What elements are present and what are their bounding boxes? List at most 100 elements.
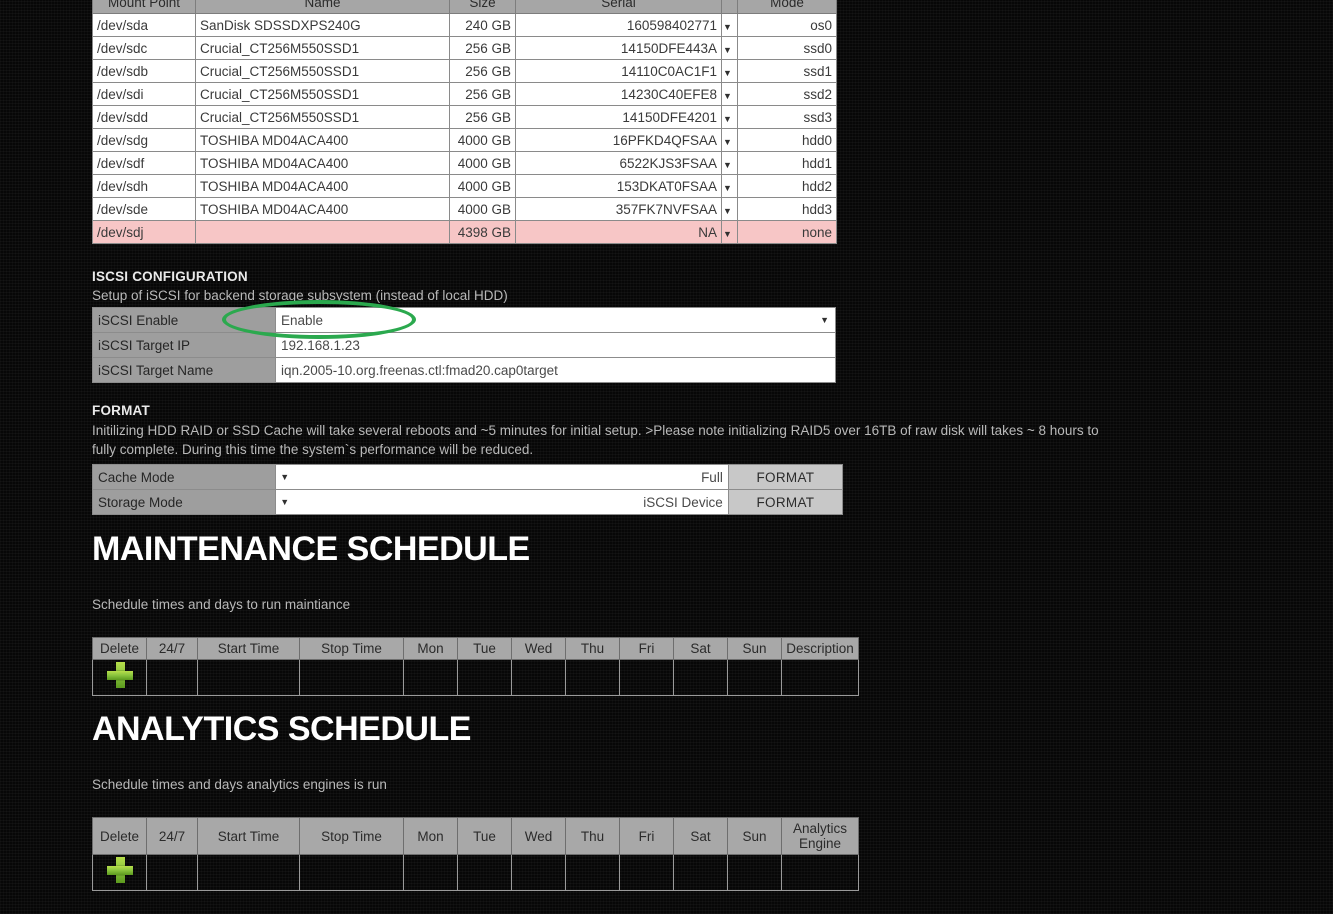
disk-table-container: Mount Point Name Size Serial Mode /dev/s… xyxy=(92,0,837,244)
iscsi-section-subtitle: Setup of iSCSI for backend storage subsy… xyxy=(92,288,508,303)
chevron-down-icon[interactable]: ▼ xyxy=(723,183,732,193)
disk-mode-dropdown-toggle[interactable]: ▼ xyxy=(721,36,738,60)
analytics-empty-cell xyxy=(511,854,566,891)
chevron-down-icon[interactable]: ▼ xyxy=(820,315,829,325)
disk-mount-point-cell: /dev/sdi xyxy=(92,82,196,106)
disk-mode-cell[interactable]: hdd1 xyxy=(737,151,837,175)
chevron-down-icon[interactable]: ▼ xyxy=(723,206,732,216)
chevron-down-icon[interactable]: ▼ xyxy=(723,22,732,32)
iscsi-enable-value: Enable xyxy=(281,312,324,328)
maintenance-column-header-fri: Fri xyxy=(619,637,674,660)
disk-name-cell: Crucial_CT256M550SSD1 xyxy=(195,82,450,106)
maintenance-add-row xyxy=(92,659,859,696)
iscsi-target-name-row: iSCSI Target Name iqn.2005-10.org.freena… xyxy=(92,357,836,383)
disk-name-cell: TOSHIBA MD04ACA400 xyxy=(195,174,450,198)
disk-mode-dropdown-toggle[interactable]: ▼ xyxy=(721,13,738,37)
disk-mode-cell[interactable]: none xyxy=(737,220,837,244)
storage-mode-select[interactable]: ▼ iSCSI Device xyxy=(275,489,729,515)
chevron-down-icon[interactable]: ▼ xyxy=(280,497,289,507)
storage-format-button[interactable]: FORMAT xyxy=(727,489,844,515)
maintenance-description: Schedule times and days to run maintianc… xyxy=(92,597,351,612)
analytics-empty-cell xyxy=(673,854,728,891)
analytics-column-header-sun: Sun xyxy=(727,817,782,855)
analytics-empty-cell xyxy=(403,854,458,891)
cache-format-button[interactable]: FORMAT xyxy=(727,464,844,490)
maintenance-section: MAINTENANCE SCHEDULE Schedule times and … xyxy=(92,532,859,696)
disk-mode-cell[interactable]: ssd0 xyxy=(737,36,837,60)
disk-mode-cell[interactable]: ssd1 xyxy=(737,59,837,83)
iscsi-target-ip-input[interactable]: 192.168.1.23 xyxy=(275,332,836,358)
disk-table-row: /dev/sda SanDisk SDSSDXPS240G 240 GB 160598… xyxy=(92,13,837,37)
chevron-down-icon[interactable]: ▼ xyxy=(723,45,732,55)
maintenance-empty-cell xyxy=(146,659,198,696)
analytics-empty-cell xyxy=(781,854,859,891)
disk-mode-cell[interactable]: hdd3 xyxy=(737,197,837,221)
disk-serial-cell: 14230C40EFE8 xyxy=(515,82,722,106)
analytics-empty-cell xyxy=(299,854,404,891)
chevron-down-icon[interactable]: ▼ xyxy=(723,160,732,170)
disk-mode-cell[interactable]: hdd2 xyxy=(737,174,837,198)
disk-mode-dropdown-toggle[interactable]: ▼ xyxy=(721,59,738,83)
iscsi-enable-label: iSCSI Enable xyxy=(92,307,276,333)
cache-mode-select[interactable]: ▼ Full xyxy=(275,464,729,490)
disk-size-cell: 256 GB xyxy=(449,36,516,60)
analytics-column-header-24-7: 24/7 xyxy=(146,817,198,855)
column-header-mount-point: Mount Point xyxy=(92,0,196,14)
maintenance-add-row-button[interactable] xyxy=(92,659,147,696)
disk-table-row: /dev/sdf TOSHIBA MD04ACA400 4000 GB 6522KJS… xyxy=(92,151,837,175)
iscsi-enable-select[interactable]: Enable ▼ xyxy=(275,307,836,333)
column-header-mode: Mode xyxy=(737,0,837,14)
analytics-column-header-wed: Wed xyxy=(511,817,566,855)
disk-size-cell: 4000 GB xyxy=(449,197,516,221)
analytics-add-row-button[interactable] xyxy=(92,854,147,891)
disk-mode-cell[interactable]: ssd3 xyxy=(737,105,837,129)
storage-mode-value: iSCSI Device xyxy=(643,494,723,510)
disk-mode-dropdown-toggle[interactable]: ▼ xyxy=(721,151,738,175)
chevron-down-icon[interactable]: ▼ xyxy=(723,229,732,239)
disk-serial-cell: NA xyxy=(515,220,722,244)
chevron-down-icon[interactable]: ▼ xyxy=(723,68,732,78)
disk-mount-point-cell: /dev/sde xyxy=(92,197,196,221)
maintenance-column-header-description: Description xyxy=(781,637,859,660)
disk-mode-dropdown-toggle[interactable]: ▼ xyxy=(721,174,738,198)
disk-mode-cell[interactable]: hdd0 xyxy=(737,128,837,152)
disk-mount-point-cell: /dev/sdh xyxy=(92,174,196,198)
disk-mode-dropdown-toggle[interactable]: ▼ xyxy=(721,197,738,221)
iscsi-target-name-input[interactable]: iqn.2005-10.org.freenas.ctl:fmad20.cap0t… xyxy=(275,357,836,383)
format-section-description: Initilizing HDD RAID or SSD Cache will t… xyxy=(92,423,1099,457)
plus-icon[interactable] xyxy=(106,662,133,688)
maintenance-column-header-wed: Wed xyxy=(511,637,566,660)
cache-mode-value: Full xyxy=(701,469,723,485)
storage-mode-row: Storage Mode ▼ iSCSI Device FORMAT xyxy=(91,489,844,515)
disk-mode-cell[interactable]: os0 xyxy=(737,13,837,37)
analytics-header-row: Delete 24/7 Start Time Stop Time Mon Tue Wed Th… xyxy=(92,817,859,855)
chevron-down-icon[interactable]: ▼ xyxy=(280,472,289,482)
disk-mode-dropdown-toggle[interactable]: ▼ xyxy=(721,105,738,129)
maintenance-column-header-sat: Sat xyxy=(673,637,728,660)
disk-table-row: /dev/sdd Crucial_CT256M550SSD1 256 GB 14150… xyxy=(92,105,837,129)
maintenance-schedule-table: Delete 24/7 Start Time Stop Time Mon Tue Wed Th… xyxy=(92,637,859,696)
disk-name-cell: TOSHIBA MD04ACA400 xyxy=(195,151,450,175)
disk-mode-dropdown-toggle[interactable]: ▼ xyxy=(721,220,738,244)
disk-mode-cell[interactable]: ssd2 xyxy=(737,82,837,106)
disk-table-row: /dev/sdi Crucial_CT256M550SSD1 256 GB 14230… xyxy=(92,82,837,106)
disk-mode-dropdown-toggle[interactable]: ▼ xyxy=(721,128,738,152)
analytics-column-header-tue: Tue xyxy=(457,817,512,855)
format-section-title: FORMAT xyxy=(92,403,150,418)
plus-icon[interactable] xyxy=(106,857,133,883)
disk-size-cell: 256 GB xyxy=(449,82,516,106)
storage-settings-page: Mount Point Name Size Serial Mode /dev/s… xyxy=(0,0,1333,914)
maintenance-heading: MAINTENANCE SCHEDULE xyxy=(92,530,530,568)
disk-mode-dropdown-toggle[interactable]: ▼ xyxy=(721,82,738,106)
disk-size-cell: 4398 GB xyxy=(449,220,516,244)
maintenance-header-row: Delete 24/7 Start Time Stop Time Mon Tue Wed Th… xyxy=(92,637,859,660)
analytics-empty-cell xyxy=(197,854,300,891)
disk-serial-cell: 160598402771 xyxy=(515,13,722,37)
disk-name-cell: SanDisk SDSSDXPS240G xyxy=(195,13,450,37)
chevron-down-icon[interactable]: ▼ xyxy=(723,137,732,147)
analytics-column-header-mon: Mon xyxy=(403,817,458,855)
analytics-column-header-fri: Fri xyxy=(619,817,674,855)
chevron-down-icon[interactable]: ▼ xyxy=(723,91,732,101)
chevron-down-icon[interactable]: ▼ xyxy=(723,114,732,124)
analytics-empty-cell xyxy=(457,854,512,891)
